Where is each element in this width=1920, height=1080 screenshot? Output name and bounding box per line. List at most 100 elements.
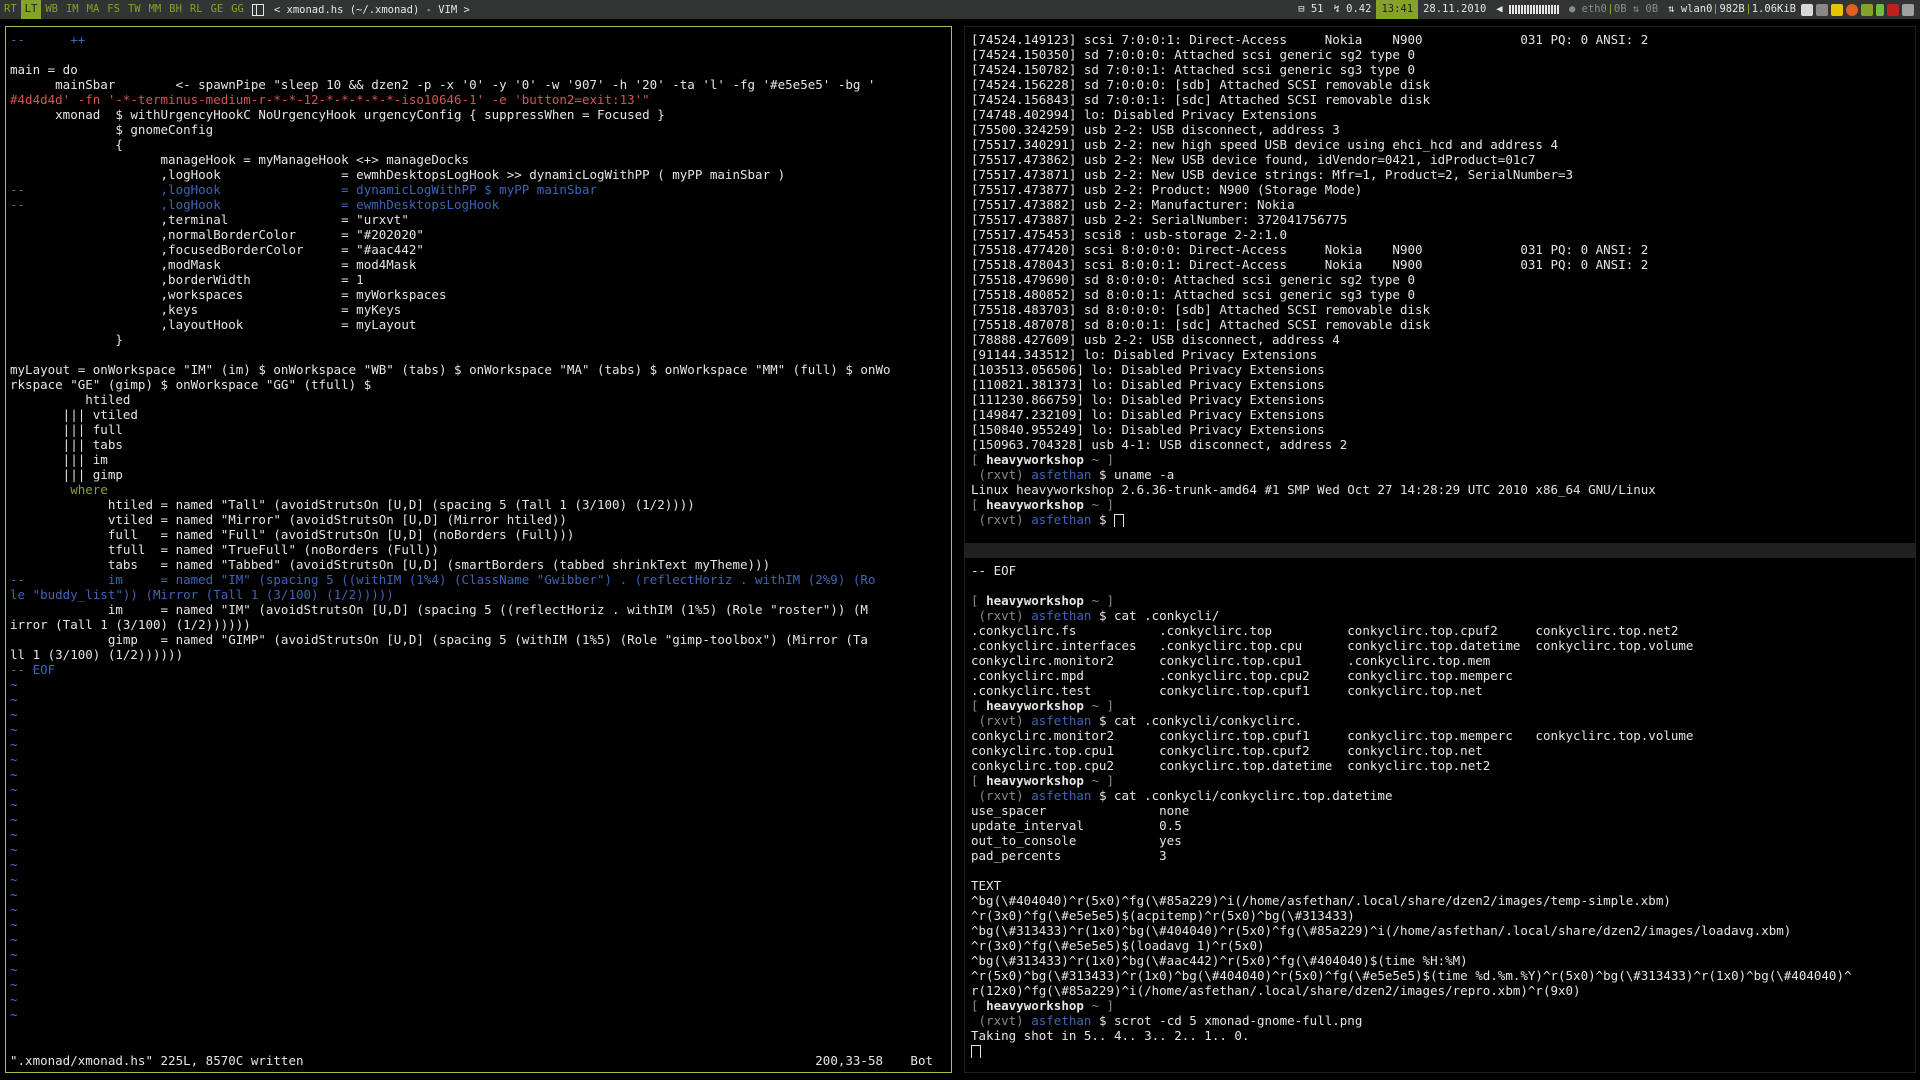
prompt-line: (rxvt) asfethan $ uname -a xyxy=(971,467,1175,482)
code-line: ,modMask = mod4Mask xyxy=(10,257,417,272)
workspace-tw[interactable]: TW xyxy=(124,0,145,19)
dmesg-line: [74748.402994] lo: Disabled Privacy Exte… xyxy=(971,107,1318,122)
workspace-gg[interactable]: GG xyxy=(227,0,248,19)
dmesg-line: [75517.340291] usb 2-2: new high speed U… xyxy=(971,137,1558,152)
system-tray xyxy=(1801,3,1920,16)
notes-icon[interactable] xyxy=(1831,3,1843,16)
layout-icon[interactable] xyxy=(251,3,264,16)
empty-line-marker: ~ xyxy=(10,932,18,947)
config-line: out_to_console yes xyxy=(971,833,1182,848)
empty-line-marker: ~ xyxy=(10,887,18,902)
prompt-path: ~ xyxy=(1091,497,1099,512)
workspace-bh[interactable]: BH xyxy=(165,0,186,19)
config-line: ^bg(\#313433)^r(1x0)^bg(\#aac442)^r(5x0)… xyxy=(971,953,1468,968)
code-line: ,logHook = ewmhDesktopsLogHook >> dynami… xyxy=(10,167,786,182)
workspace-fs[interactable]: FS xyxy=(103,0,124,19)
code-line: ,layoutHook = myLayout xyxy=(10,317,417,332)
pane-divider xyxy=(964,544,1916,557)
dmesg-line: [75517.473862] usb 2-2: New USB device f… xyxy=(971,152,1536,167)
prompt-host: heavyworkshop xyxy=(986,593,1084,608)
vim-cursor-position: 200,33-58 xyxy=(815,1053,883,1068)
dmesg-line: [150963.704328] usb 4-1: USB disconnect,… xyxy=(971,437,1348,452)
vim-message: ".xmonad/xmonad.hs" 225L, 8570C written xyxy=(10,1053,304,1068)
prompt-path: ~ xyxy=(1091,698,1099,713)
volume[interactable]: ◀ xyxy=(1491,0,1564,19)
update-icon[interactable] xyxy=(1846,3,1858,16)
prompt-header: [ heavyworkshop ~ ] xyxy=(971,497,1115,512)
prompt-line: (rxvt) asfethan $ cat .conkycli/ xyxy=(971,608,1220,623)
code-line: ||| im xyxy=(10,452,108,467)
dmesg-line: [75518.487078] sd 8:0:0:1: [sdc] Attache… xyxy=(971,317,1431,332)
dmesg-line: [75517.473871] usb 2-2: New USB device s… xyxy=(971,167,1574,182)
code-line: } xyxy=(10,332,123,347)
prompt-user: asfethan xyxy=(1031,788,1092,803)
workspace-count: ⊟ 51 xyxy=(1298,3,1324,15)
code-line: ll 1 (3/100) (1/2)))))) xyxy=(10,647,184,662)
workspace-count-value: 51 xyxy=(1310,3,1324,15)
dmesg-line: [74524.156228] sd 7:0:0:0: [sdb] Attache… xyxy=(971,77,1431,92)
config-line: ^r(3x0)^fg(\#e5e5e5)$(loadavg 1)^r(5x0) xyxy=(971,938,1265,953)
vim-window[interactable]: -- ++ main = do mainSbar <- spawnPipe "sl… xyxy=(5,26,952,1073)
terminal-conky[interactable]: -- EOF [ heavyworkshop ~ ] (rxvt) asfetha… xyxy=(964,557,1916,1073)
workspace-mm[interactable]: MM xyxy=(145,0,166,19)
config-line: ^r(3x0)^fg(\#e5e5e5)$(acpitemp)^r(5x0)^b… xyxy=(971,908,1355,923)
terminal-cursor xyxy=(971,1044,981,1058)
prompt-line: (rxvt) asfethan $ cat .conkycli/conkycli… xyxy=(971,788,1393,803)
code-line: -- ,logHook = dynamicLogWithPP $ myPP ma… xyxy=(10,182,597,197)
prompt-path: ~ xyxy=(1091,452,1099,467)
wlan-down: 982B xyxy=(1719,3,1745,15)
prompt-host: heavyworkshop xyxy=(986,452,1084,467)
prompt-header: [ heavyworkshop ~ ] xyxy=(971,773,1115,788)
code-line: tfull = named "TrueFull" (noBorders (Ful… xyxy=(10,542,439,557)
wlan-up: 1.06KiB xyxy=(1751,3,1796,15)
dmesg-line: [75517.475453] scsi8 : usb-storage 2-2:1… xyxy=(971,227,1288,242)
code-line: -- ++ xyxy=(10,32,86,47)
power-icon[interactable] xyxy=(1887,3,1899,16)
load-value: 0.42 xyxy=(1346,3,1372,15)
workspace-wb[interactable]: WB xyxy=(41,0,62,19)
empty-line-marker: ~ xyxy=(10,977,18,992)
prompt-header: [ heavyworkshop ~ ] xyxy=(971,593,1115,608)
config-line: pad_percents 3 xyxy=(971,848,1167,863)
workspace-ge[interactable]: GE xyxy=(207,0,228,19)
dmesg-line: [74524.150350] sd 7:0:0:0: Attached scsi… xyxy=(971,47,1416,62)
code-line: manageHook = myManageHook <+> manageDock… xyxy=(10,152,470,167)
dmesg-line: [75518.480852] sd 8:0:0:1: Attached scsi… xyxy=(971,287,1416,302)
vim-buffer[interactable]: -- ++ main = do mainSbar <- spawnPipe "sl… xyxy=(10,32,947,1022)
wlan-iface: wlan0 xyxy=(1680,3,1713,15)
network-icon[interactable] xyxy=(1816,3,1828,16)
workspace-list: RT LT WB IM MA FS TW MM BH RL GE GG xyxy=(0,0,248,19)
terminal-conky-output: -- EOF [ heavyworkshop ~ ] (rxvt) asfetha… xyxy=(971,563,1909,1058)
prompt-user: asfethan xyxy=(1031,467,1092,482)
prompt-path: ~ xyxy=(1091,593,1099,608)
load-average: ↯ 0.42 xyxy=(1333,3,1372,15)
battery-icon[interactable] xyxy=(1876,3,1884,16)
empty-line-marker: ~ xyxy=(10,842,18,857)
workspace-rt[interactable]: RT xyxy=(0,0,21,19)
prompt-command: cat .conkycli/conkyclirc.top.datetime xyxy=(1114,788,1393,803)
prompt-command: uname -a xyxy=(1114,467,1175,482)
prompt-user: asfethan xyxy=(1031,1013,1092,1028)
config-line: update_interval 0.5 xyxy=(971,818,1182,833)
workspace-rl[interactable]: RL xyxy=(186,0,207,19)
wlan-status: ⇅ wlan0 982B 1.06KiB xyxy=(1668,3,1796,15)
empty-line-marker: ~ xyxy=(10,917,18,932)
dmesg-line: [78888.427609] usb 2-2: USB disconnect, … xyxy=(971,332,1340,347)
prompt-header: [ heavyworkshop ~ ] xyxy=(971,698,1115,713)
workspace-im[interactable]: IM xyxy=(62,0,83,19)
prompt-command: scrot -cd 5 xmonad-gnome-full.png xyxy=(1114,1013,1363,1028)
ls-line: conkyclirc.monitor2 conkyclirc.top.cpu1 … xyxy=(971,653,1491,668)
workspace-ma[interactable]: MA xyxy=(83,0,104,19)
eof-line: -- EOF xyxy=(971,563,1017,578)
session-icon[interactable] xyxy=(1902,3,1914,16)
dmesg-line: [111230.866759] lo: Disabled Privacy Ext… xyxy=(971,392,1325,407)
terminal-dmesg-output: [74524.149123] scsi 7:0:0:1: Direct-Acce… xyxy=(971,32,1909,527)
clipboard-icon[interactable] xyxy=(1801,3,1813,16)
code-line: ,workspaces = myWorkspaces xyxy=(10,287,447,302)
terminal-dmesg[interactable]: [74524.149123] scsi 7:0:0:1: Direct-Acce… xyxy=(964,26,1916,544)
dmesg-line: [75517.473882] usb 2-2: Manufacturer: No… xyxy=(971,197,1295,212)
tools-icon[interactable] xyxy=(1861,3,1873,16)
code-line: mainSbar <- spawnPipe "sleep 10 && dzen2… xyxy=(10,77,876,92)
workspace-lt[interactable]: LT xyxy=(20,0,42,19)
